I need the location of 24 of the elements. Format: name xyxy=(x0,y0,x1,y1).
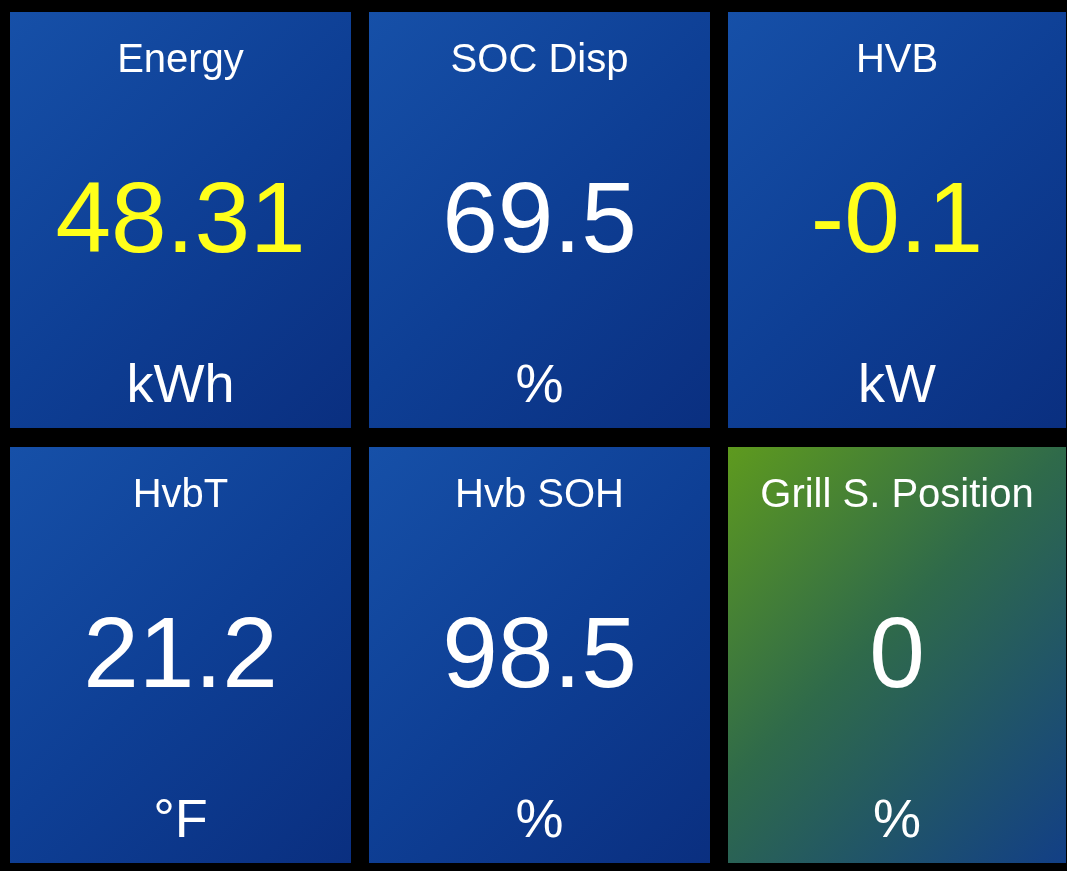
gauge-tile[interactable]: Grill S. Position 0 % xyxy=(728,447,1066,863)
tile-title: SOC Disp xyxy=(450,35,629,82)
tile-value: 48.31 xyxy=(55,166,306,267)
gauge-tile[interactable]: HvbT 21.2 °F xyxy=(10,447,351,863)
tile-title: Hvb SOH xyxy=(455,470,624,517)
tile-title: Grill S. Position xyxy=(760,470,1034,517)
gauge-tile[interactable]: SOC Disp 69.5 % xyxy=(369,12,710,428)
gauge-tile[interactable]: Hvb SOH 98.5 % xyxy=(369,447,710,863)
tile-title: HVB xyxy=(855,35,939,82)
gauge-tile[interactable]: Energy 48.31 kWh xyxy=(10,12,351,428)
tile-value: 21.2 xyxy=(83,601,278,702)
tile-value: 69.5 xyxy=(442,166,637,267)
tile-unit: kW xyxy=(858,352,936,416)
tile-value: -0.1 xyxy=(810,166,984,267)
gauge-tile[interactable]: HVB -0.1 kW xyxy=(728,12,1066,428)
tile-unit: % xyxy=(873,787,921,851)
tile-title: HvbT xyxy=(132,470,229,517)
tile-unit: % xyxy=(515,787,564,851)
tile-value: 98.5 xyxy=(442,601,637,702)
tile-unit: °F xyxy=(153,787,208,851)
tile-title: Energy xyxy=(117,35,244,82)
tile-unit: % xyxy=(515,352,564,416)
tile-value: 0 xyxy=(869,601,925,702)
tile-unit: kWh xyxy=(126,352,235,416)
